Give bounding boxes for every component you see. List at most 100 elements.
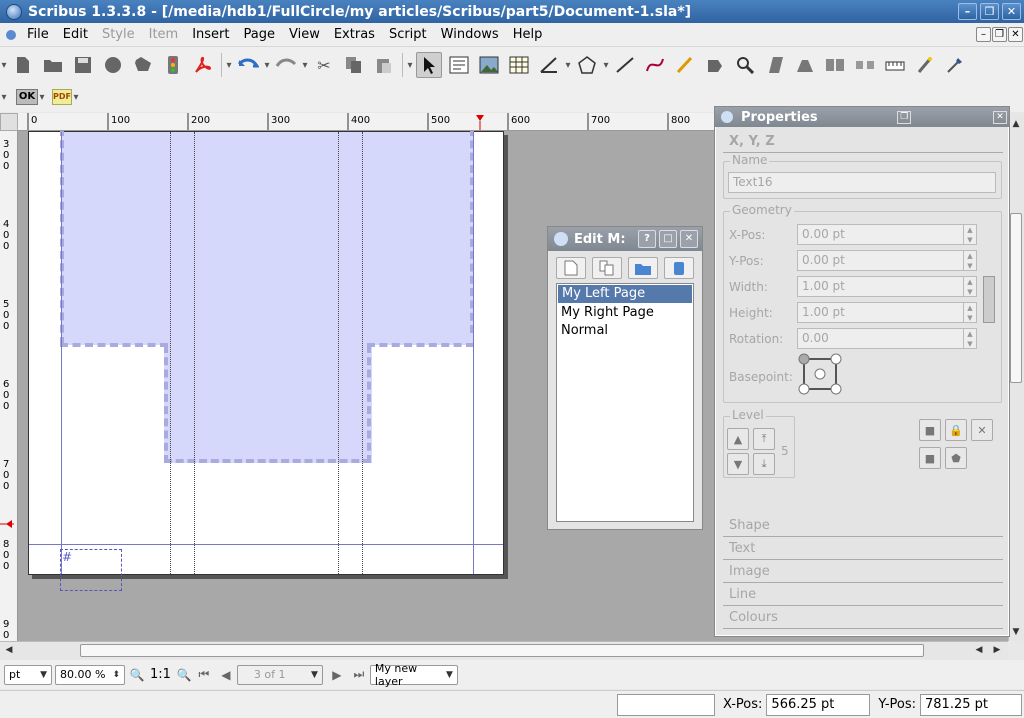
help-button[interactable]: ?: [638, 230, 656, 248]
redo-icon[interactable]: [273, 52, 299, 78]
restore-button[interactable]: ❐: [897, 110, 912, 124]
vertical-scroll-thumb[interactable]: [1010, 213, 1022, 383]
scroll-down-icon[interactable]: ▼: [1009, 625, 1023, 639]
select-arrow-icon[interactable]: [416, 52, 442, 78]
scroll-up-icon[interactable]: ▲: [1009, 117, 1023, 131]
polygon-icon[interactable]: [574, 52, 600, 78]
height-spinner[interactable]: ▲ ▼: [963, 302, 977, 323]
horizontal-scrollbar[interactable]: ◀ ◀ ▶: [0, 641, 1008, 659]
size-lock-icon[interactable]: ✕: [971, 419, 993, 441]
properties-panel[interactable]: Properties ❐ ✕ X, Y, Z Name Text16 Geome…: [714, 106, 1010, 637]
image-frame-icon[interactable]: [476, 52, 502, 78]
page-select[interactable]: 3 of 1 ▼: [236, 664, 323, 685]
measure-icon[interactable]: [882, 52, 908, 78]
menu-extras[interactable]: Extras: [327, 27, 382, 42]
raise-to-top-icon[interactable]: ⤒: [753, 428, 775, 450]
undo-dropdown[interactable]: ▾: [263, 52, 271, 78]
delete-master-icon[interactable]: [664, 257, 694, 279]
polygon-dropdown[interactable]: ▾: [602, 52, 610, 78]
ok-checkbox-icon[interactable]: OK: [16, 89, 38, 105]
ok-dropdown[interactable]: ▾: [38, 84, 46, 110]
rotate-icon[interactable]: [702, 52, 728, 78]
cut-icon[interactable]: ✂: [311, 52, 337, 78]
edit-masters-window[interactable]: Edit M: ? □ ✕ My Left Page My Right Page…: [547, 226, 703, 530]
line-icon[interactable]: [612, 52, 638, 78]
raise-level-icon[interactable]: ▲: [727, 428, 749, 450]
preflight-icon[interactable]: [160, 52, 186, 78]
new-master-icon[interactable]: [556, 257, 586, 279]
horizontal-ruler[interactable]: 0 100 200 300 400 500 600 700 800: [18, 113, 714, 131]
basepoint-selector[interactable]: [797, 352, 845, 398]
shape-dropdown[interactable]: ▾: [564, 52, 572, 78]
bezier-icon[interactable]: [642, 52, 668, 78]
print-icon[interactable]: [130, 52, 156, 78]
new-document-icon[interactable]: [10, 52, 36, 78]
menu-style[interactable]: Style: [95, 27, 142, 42]
edit-masters-titlebar[interactable]: Edit M: ? □ ✕: [548, 227, 702, 251]
menu-file[interactable]: File: [20, 27, 56, 42]
list-item[interactable]: Normal: [557, 322, 693, 340]
pdf-field-icon[interactable]: PDF: [52, 89, 72, 105]
tab-xyz[interactable]: X, Y, Z: [723, 131, 1003, 153]
lower-level-icon[interactable]: ▼: [727, 453, 749, 475]
print-enable-icon[interactable]: ⬟: [945, 447, 967, 469]
ruler-corner[interactable]: [0, 113, 18, 131]
unlink-frames-icon[interactable]: [852, 52, 878, 78]
unit-select[interactable]: pt ▼: [4, 664, 52, 685]
close-document-icon[interactable]: [100, 52, 126, 78]
edit-contents-icon[interactable]: [762, 52, 788, 78]
pdf-dropdown[interactable]: ▾: [72, 84, 80, 110]
menu-item[interactable]: Item: [142, 27, 186, 42]
xpos-field[interactable]: 0.00 pt: [797, 224, 965, 245]
vertical-scrollbar[interactable]: ▲ ▼: [1008, 113, 1024, 641]
maximize-button[interactable]: ❐: [980, 3, 999, 20]
copy-icon[interactable]: [341, 52, 367, 78]
scroll-left-icon[interactable]: ◀: [2, 643, 16, 657]
tab-shape[interactable]: Shape: [723, 515, 1003, 537]
keep-ratio-link-icon[interactable]: [983, 276, 995, 323]
first-page-icon[interactable]: ⏮: [193, 667, 215, 682]
maximize-button[interactable]: □: [659, 230, 677, 248]
name-field[interactable]: Text16: [728, 172, 996, 193]
close-button[interactable]: ✕: [680, 230, 698, 248]
width-field[interactable]: 1.00 pt: [797, 276, 965, 297]
pdf-export-icon[interactable]: [190, 52, 216, 78]
minimize-button[interactable]: –: [958, 3, 977, 20]
lock-icon[interactable]: 🔒: [945, 419, 967, 441]
last-page-icon[interactable]: ⏭: [348, 667, 370, 682]
paste-icon[interactable]: [371, 52, 397, 78]
horizontal-scroll-thumb[interactable]: [80, 644, 924, 657]
text-frame-icon[interactable]: [446, 52, 472, 78]
tab-colours[interactable]: Colours: [723, 607, 1003, 629]
mdi-restore-button[interactable]: ❐: [992, 27, 1007, 42]
list-item[interactable]: My Left Page: [558, 285, 692, 303]
layer-select[interactable]: My new layer ▼: [369, 662, 458, 688]
link-frames-icon[interactable]: [822, 52, 848, 78]
mdi-close-button[interactable]: ✕: [1008, 27, 1023, 42]
rotation-spinner[interactable]: ▲ ▼: [963, 328, 977, 349]
list-item[interactable]: My Right Page: [557, 304, 693, 322]
zoom-in-icon[interactable]: 🔍: [175, 668, 193, 682]
menu-script[interactable]: Script: [382, 27, 434, 42]
menu-windows[interactable]: Windows: [434, 27, 506, 42]
flip-horizontal-icon[interactable]: ■: [919, 419, 941, 441]
shape-icon[interactable]: [536, 52, 562, 78]
menu-help[interactable]: Help: [506, 27, 550, 42]
copy-properties-icon[interactable]: [912, 52, 938, 78]
toolbar-handle[interactable]: ▾: [0, 52, 8, 78]
zoom-input[interactable]: 80.00 % ⬍: [55, 664, 125, 685]
save-icon[interactable]: [70, 52, 96, 78]
toolbar-handle[interactable]: ▾: [406, 52, 414, 78]
properties-titlebar[interactable]: Properties ❐ ✕: [715, 107, 1009, 127]
redo-dropdown[interactable]: ▾: [301, 52, 309, 78]
import-master-icon[interactable]: [628, 257, 658, 279]
width-spinner[interactable]: ▲ ▼: [963, 276, 977, 297]
menu-edit[interactable]: Edit: [56, 27, 95, 42]
menu-view[interactable]: View: [282, 27, 327, 42]
previous-page-icon[interactable]: ◀: [215, 668, 237, 682]
mdi-minimize-button[interactable]: –: [976, 27, 991, 42]
master-pages-list[interactable]: My Left Page My Right Page Normal: [556, 283, 694, 522]
lower-to-bottom-icon[interactable]: ⤓: [753, 453, 775, 475]
edit-text-icon[interactable]: [792, 52, 818, 78]
close-button[interactable]: ✕: [1002, 3, 1021, 20]
